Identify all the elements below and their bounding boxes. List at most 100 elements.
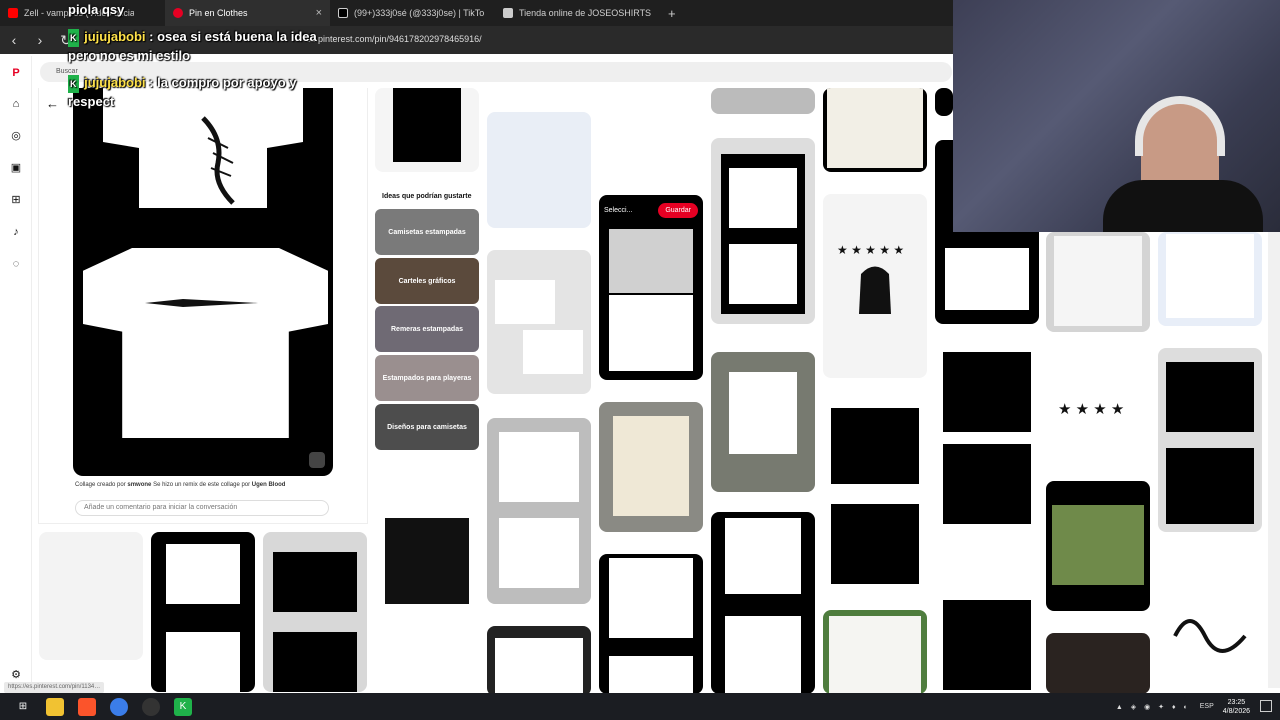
- windows-taskbar: ⊞ K ▲ ◈ ◉ ✦ ♦ ◐ ESP 23:25 4/8/2026: [0, 693, 1280, 720]
- pin-tile[interactable]: [1046, 232, 1150, 332]
- pin-tile[interactable]: [711, 88, 815, 114]
- shirt-thumb: [1054, 236, 1142, 326]
- brave-icon[interactable]: [78, 697, 96, 716]
- chat-username: jujujabobi: [84, 75, 146, 90]
- shirt-thumb: [273, 552, 357, 612]
- pin-tile[interactable]: [39, 532, 143, 660]
- pin-tile[interactable]: [151, 532, 255, 692]
- shirt-thumb: [495, 638, 583, 696]
- explore-icon[interactable]: ◎: [9, 129, 23, 143]
- chat-badge-icon: K: [68, 29, 79, 47]
- windows-start-icon[interactable]: ⊞: [14, 698, 32, 716]
- pin-tile[interactable]: [711, 352, 815, 492]
- pin-image[interactable]: [73, 88, 333, 476]
- shirt-thumb: [829, 616, 921, 694]
- pin-tile[interactable]: [935, 88, 953, 116]
- language-indicator[interactable]: ESP: [1200, 703, 1214, 710]
- save-button[interactable]: Guardar: [658, 203, 698, 218]
- pin-tile[interactable]: [823, 610, 927, 694]
- messages-icon[interactable]: ◌: [9, 257, 23, 271]
- svg-text:★ ★ ★ ★ ★: ★ ★ ★ ★ ★: [837, 243, 904, 257]
- notifications-icon[interactable]: [1260, 700, 1272, 712]
- pin-tile[interactable]: [711, 512, 815, 694]
- shirt-back: [83, 248, 328, 438]
- tiger-graphic: [201, 116, 235, 205]
- tab-tiktok[interactable]: (99+)333j0sé (@333j0se) | TikTok: [330, 0, 495, 26]
- boards-icon[interactable]: ▣: [9, 161, 23, 175]
- shirt-thumb: [166, 632, 240, 692]
- pin-tile[interactable]: [487, 250, 591, 394]
- shirt-thumb: [729, 168, 797, 228]
- visual-search-icon[interactable]: [309, 452, 325, 468]
- shirt-thumb: [609, 295, 693, 371]
- pin-tile[interactable]: [599, 554, 703, 694]
- pin-tile[interactable]: [935, 556, 1039, 694]
- comment-input[interactable]: Añade un comentario para iniciar la conv…: [75, 500, 329, 516]
- stream-title: piola qsy: [68, 2, 125, 17]
- tab-label: (99+)333j0sé (@333j0se) | TikTok: [354, 8, 484, 18]
- pin-tile[interactable]: [823, 402, 927, 586]
- close-tab-icon[interactable]: ×: [316, 7, 322, 19]
- tiktok-icon: [338, 8, 348, 18]
- clock-time: 23:25: [1227, 698, 1246, 706]
- ideas-heading: Ideas que podrían gustarte: [382, 193, 472, 200]
- settings-icon[interactable]: ⚙: [9, 668, 23, 682]
- shirt-thumb: [729, 244, 797, 304]
- pin-tile[interactable]: [599, 402, 703, 532]
- idea-estampados-para-playeras[interactable]: Estampados para playeras: [375, 355, 479, 401]
- chrome-icon[interactable]: [110, 697, 128, 716]
- kick-icon[interactable]: K: [174, 697, 192, 716]
- scrollbar[interactable]: [1268, 232, 1280, 688]
- pin-tile[interactable]: [375, 88, 479, 172]
- pin-tile[interactable]: [823, 88, 927, 172]
- shirt-thumb: [613, 416, 689, 516]
- pin-tile[interactable]: [1158, 232, 1262, 326]
- shirt-thumb: [393, 88, 461, 162]
- shirt-thumb: [523, 330, 583, 374]
- shirt-thumb: [499, 518, 579, 588]
- file-explorer-icon[interactable]: [46, 697, 64, 716]
- shirt-thumb: [943, 352, 1031, 432]
- shirt-thumb: [827, 88, 923, 168]
- tab-pinterest[interactable]: Pin en Clothes ×: [165, 0, 330, 26]
- pin-tile[interactable]: [487, 418, 591, 604]
- home-icon[interactable]: ⌂: [9, 97, 23, 111]
- idea-carteles-graficos[interactable]: Carteles gráficos: [375, 258, 479, 304]
- idea-disenos-para-camisetas[interactable]: Diseños para camisetas: [375, 404, 479, 450]
- caption-author-link[interactable]: smwone: [127, 482, 151, 488]
- tray-icons[interactable]: ▲ ◈ ◉ ✦ ♦ ◐: [1116, 703, 1191, 711]
- pin-tile[interactable]: [263, 532, 367, 692]
- knife-graphic: [145, 299, 258, 307]
- pin-tile[interactable]: [599, 195, 703, 380]
- notifications-icon[interactable]: ♪: [9, 225, 23, 239]
- new-tab-button[interactable]: +: [660, 6, 684, 21]
- shirt-thumb: [729, 372, 797, 454]
- pin-tile[interactable]: [487, 626, 591, 696]
- tab-label: Pin en Clothes: [189, 8, 248, 18]
- back-icon[interactable]: ‹: [6, 32, 22, 48]
- pin-tile[interactable]: [1158, 556, 1262, 694]
- pin-tile[interactable]: [599, 88, 703, 172]
- pin-tile[interactable]: [375, 470, 479, 646]
- idea-remeras-estampadas[interactable]: Remeras estampadas: [375, 306, 479, 352]
- idea-camisetas-estampadas[interactable]: Camisetas estampadas: [375, 209, 479, 255]
- pin-tile[interactable]: ★ ★ ★ ★ ★: [823, 194, 927, 378]
- tab-store[interactable]: Tienda online de JOSEOSHIRTS: [495, 0, 660, 26]
- pin-tile[interactable]: [1158, 348, 1262, 532]
- shirt-thumb: [1166, 234, 1254, 318]
- pin-tile[interactable]: [1046, 633, 1150, 694]
- forward-icon[interactable]: ›: [32, 32, 48, 48]
- pin-tile[interactable]: [711, 138, 815, 324]
- board-select-dropdown[interactable]: Selecci...: [604, 207, 632, 214]
- pin-tile[interactable]: [935, 346, 1039, 530]
- create-icon[interactable]: ⊞: [9, 193, 23, 207]
- caption-remixer-link[interactable]: Ugen Blood: [252, 482, 286, 488]
- obs-icon[interactable]: [142, 697, 160, 716]
- pin-tile[interactable]: ★ ★ ★ ★: [1046, 354, 1150, 462]
- pin-tile[interactable]: [1046, 481, 1150, 611]
- clock[interactable]: 23:25 4/8/2026: [1223, 698, 1250, 716]
- pinterest-logo-icon[interactable]: P: [9, 66, 23, 80]
- shirt-thumb: [273, 632, 357, 692]
- pinterest-icon: [173, 8, 183, 18]
- pin-tile[interactable]: [487, 112, 591, 228]
